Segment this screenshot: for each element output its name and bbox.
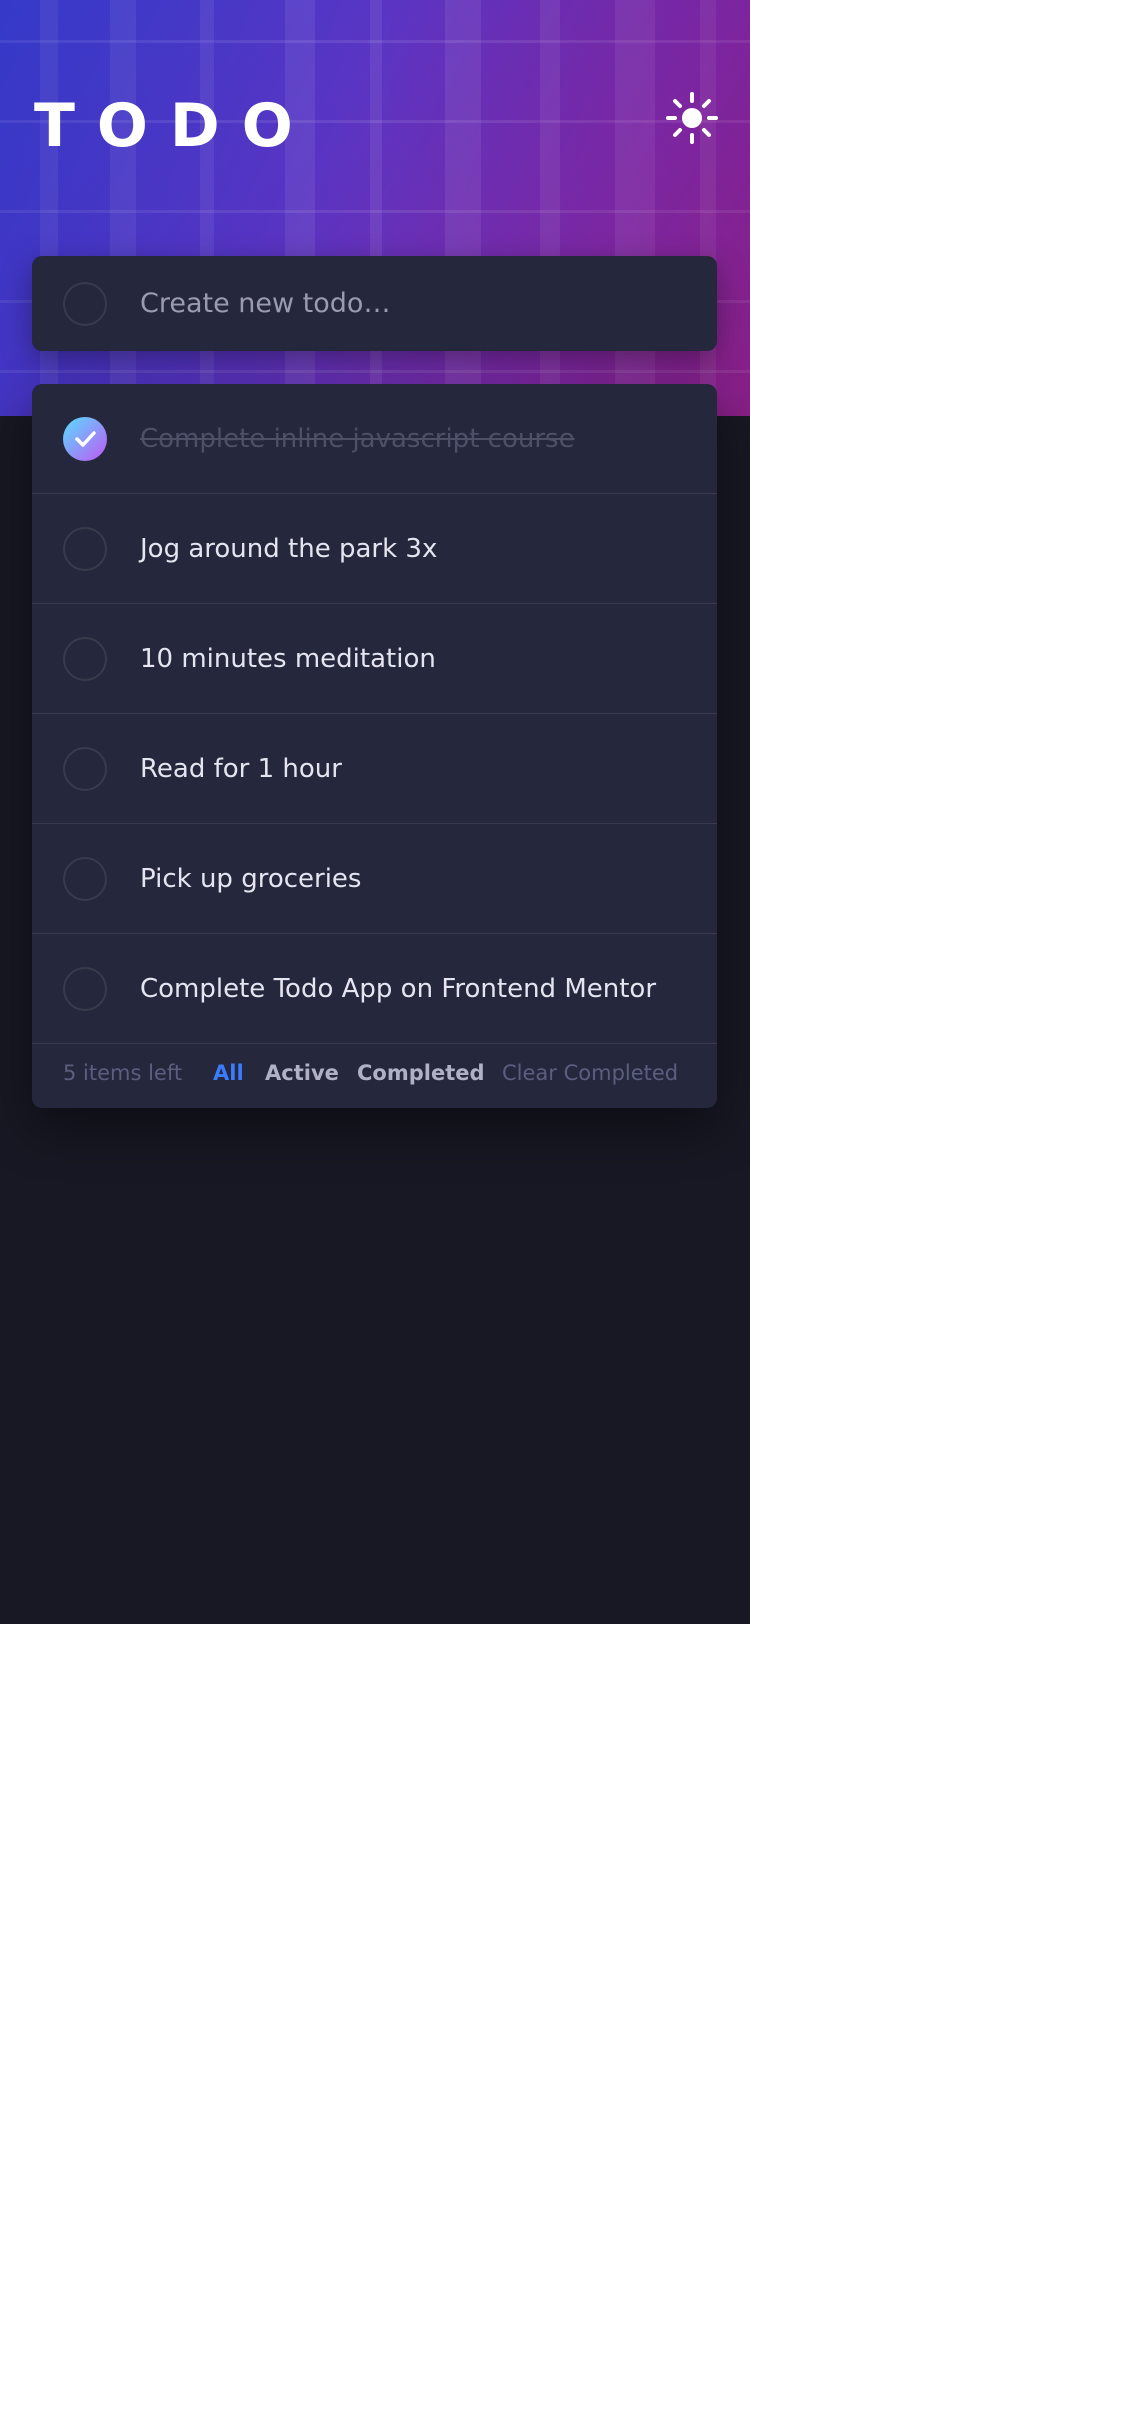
theme-toggle-button[interactable] bbox=[666, 92, 718, 144]
todo-text: Read for 1 hour bbox=[140, 754, 342, 784]
todo-checkbox[interactable] bbox=[63, 967, 107, 1011]
list-footer: 5 items left All Active Completed Clear … bbox=[32, 1044, 717, 1108]
filter-completed-button[interactable]: Completed bbox=[357, 1061, 485, 1085]
todo-item[interactable]: 10 minutes meditation bbox=[32, 604, 717, 714]
todo-checkbox-checked[interactable] bbox=[63, 417, 107, 461]
todo-item[interactable]: Jog around the park 3x bbox=[32, 494, 717, 604]
new-todo-input[interactable] bbox=[140, 278, 690, 328]
todo-checkbox[interactable] bbox=[63, 857, 107, 901]
todo-app: TODO Create new todo… Complete inline ja… bbox=[0, 0, 750, 1624]
items-left-count: 5 items left bbox=[63, 1061, 183, 1085]
sun-icon bbox=[666, 92, 718, 144]
todo-text: Complete Todo App on Frontend Mentor bbox=[140, 974, 657, 1004]
header: TODO bbox=[34, 91, 718, 161]
todo-item[interactable]: Complete inline javascript course bbox=[32, 384, 717, 494]
app-title: TODO bbox=[34, 91, 315, 161]
check-icon bbox=[75, 431, 96, 447]
todo-checkbox[interactable] bbox=[63, 527, 107, 571]
filter-active-button[interactable]: Active bbox=[265, 1061, 339, 1085]
todo-text: Complete inline javascript course bbox=[140, 424, 575, 454]
todo-checkbox[interactable] bbox=[63, 637, 107, 681]
todo-text: 10 minutes meditation bbox=[140, 644, 436, 674]
filter-all-button[interactable]: All bbox=[213, 1061, 244, 1085]
new-todo-checkbox[interactable] bbox=[63, 282, 107, 326]
new-todo-card bbox=[32, 256, 717, 351]
header-background-image bbox=[0, 0, 750, 416]
todo-item[interactable]: Pick up groceries bbox=[32, 824, 717, 934]
todo-item[interactable]: Complete Todo App on Frontend Mentor bbox=[32, 934, 717, 1044]
todo-item[interactable]: Read for 1 hour bbox=[32, 714, 717, 824]
todo-text: Pick up groceries bbox=[140, 864, 362, 894]
todo-text: Jog around the park 3x bbox=[140, 534, 438, 564]
clear-completed-button[interactable]: Clear Completed bbox=[502, 1061, 678, 1085]
todo-checkbox[interactable] bbox=[63, 747, 107, 791]
todo-list: Complete inline javascript course Jog ar… bbox=[32, 384, 717, 1108]
